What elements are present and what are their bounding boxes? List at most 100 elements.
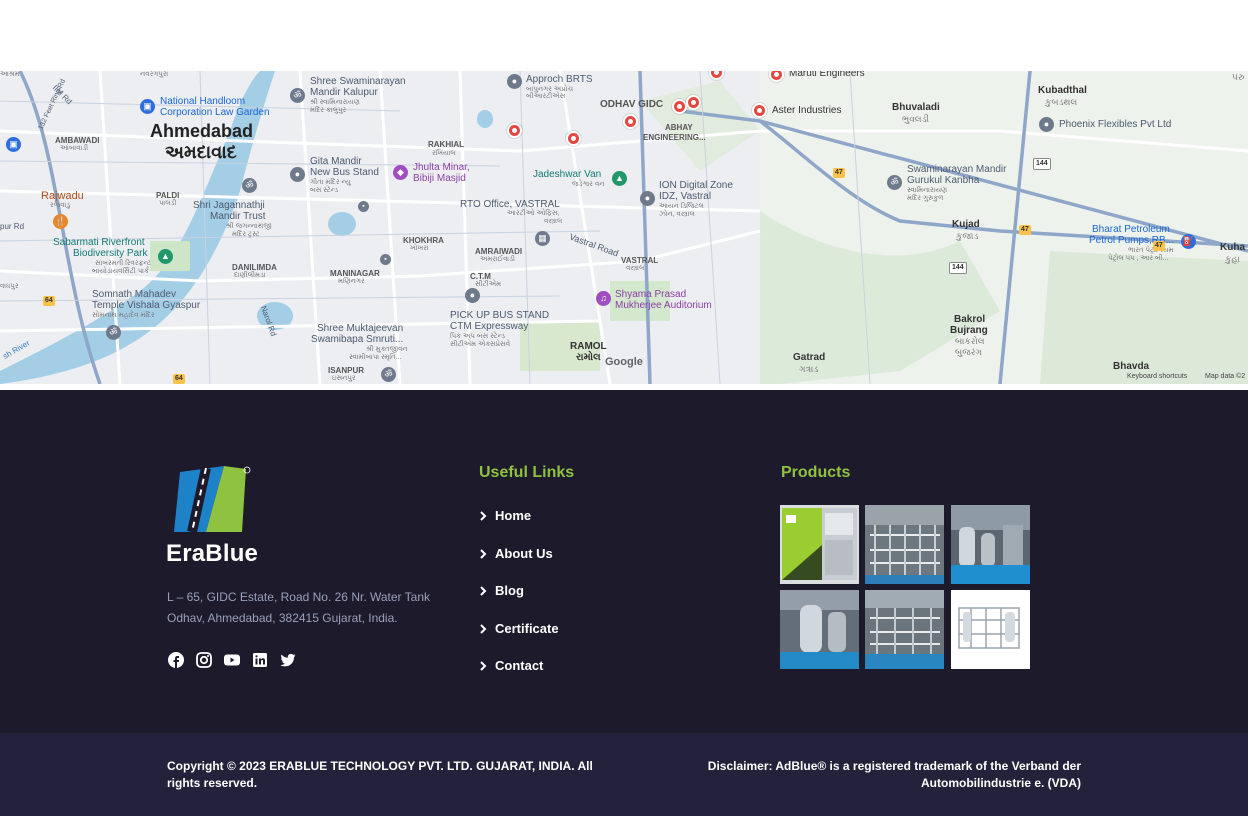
footer-link-about-us[interactable]: About Us <box>479 546 553 561</box>
map-label-somnath-gu: સોમનાથ મહાદેવ મંદિર <box>92 312 155 319</box>
highway-shield: 144 <box>1033 158 1051 170</box>
instagram-icon[interactable] <box>195 651 213 669</box>
temple-icon[interactable]: ॐ <box>242 178 257 193</box>
map-label-ambawadi-gu: આંબાવાડી <box>60 145 89 152</box>
map-label-phoenix[interactable]: Phoenix Flexibles Pvt Ltd <box>1059 119 1171 131</box>
map-label-muktajeevan[interactable]: Shree Muktajeevan <box>317 323 403 335</box>
map-label-sabarmati[interactable]: Sabarmati Riverfront <box>53 237 145 249</box>
map-label-somnath[interactable]: Somnath Mahadev <box>92 289 176 301</box>
footer-link-contact[interactable]: Contact <box>479 658 543 673</box>
map-label-rto-gu: આરટીઓ ઓફિસ, <box>507 210 560 217</box>
product-thumbnail-2[interactable] <box>865 505 944 584</box>
map-label-odhav-gidc: ODHAV GIDC <box>600 99 664 110</box>
products-heading: Products <box>781 464 851 481</box>
footer-link-certificate[interactable]: Certificate <box>479 621 559 636</box>
map-label-abhay: ABHAY <box>665 123 693 132</box>
map-label-law-garden[interactable]: Corporation Law Garden <box>160 107 270 119</box>
temple-icon[interactable]: ॐ <box>381 367 396 382</box>
temple-icon[interactable]: ॐ <box>887 175 902 190</box>
map-label-approach-gu2: બીઆરટીએસ <box>526 93 566 100</box>
pin-icon[interactable]: ● <box>1039 117 1054 132</box>
twitter-icon[interactable] <box>279 651 297 669</box>
monument-icon[interactable]: ◆ <box>393 165 408 180</box>
map-label-bharat-gu: ભારત પેટ્રોલિયમ <box>1128 247 1174 254</box>
product-thumbnail-3[interactable] <box>951 505 1030 584</box>
youtube-icon[interactable] <box>223 651 241 669</box>
map-label-rto-vastral[interactable]: RTO Office, VASTRAL <box>460 199 560 211</box>
link-label: About Us <box>495 546 553 561</box>
store-icon[interactable]: ▣ <box>140 99 155 114</box>
link-label: Contact <box>495 658 544 673</box>
map-label-aasram: આશ્રમ <box>0 71 20 78</box>
map-label-approach-brts[interactable]: Approch BRTS <box>526 74 593 86</box>
pin-icon[interactable]: ● <box>290 167 305 182</box>
map-label-paru: પરુ <box>1232 72 1245 82</box>
map-pin[interactable] <box>752 103 767 118</box>
map-label-bharat-petroleum[interactable]: Bharat Petroleum <box>1092 224 1170 236</box>
map-label-ctm-express[interactable]: CTM Expressway <box>450 321 528 333</box>
store-icon[interactable]: ▣ <box>6 137 21 152</box>
map-label-aster-industries[interactable]: Aster Industries <box>772 105 841 117</box>
restaurant-icon[interactable]: 🍴 <box>53 214 68 229</box>
map-label-gatrad: Gatrad <box>793 352 826 363</box>
map-label-abhay-2: ENGINEERING... <box>643 133 706 142</box>
map-label-vishala[interactable]: Temple Vishala Gyaspur <box>92 300 200 312</box>
map-label-ramol: RAMOL <box>570 341 607 352</box>
google-map[interactable]: Ahmedabad અમદાવાદ ▣ National Handloom Co… <box>0 71 1248 384</box>
footer: EraBlue L – 65, GIDC Estate, Road No. 26… <box>0 390 1248 733</box>
highway-shield: 64 <box>43 296 55 306</box>
map-label-gita-mandir[interactable]: Gita Mandir <box>310 156 362 168</box>
footer-link-home[interactable]: Home <box>479 508 531 523</box>
bus-icon[interactable]: ▪ <box>358 201 369 212</box>
park-icon[interactable]: ▲ <box>612 171 627 186</box>
map-pin[interactable] <box>686 95 701 110</box>
map-label-ion-digital[interactable]: ION Digital Zone <box>659 180 733 192</box>
map-label-jagannath-gu: શ્રી જગન્નાથજી <box>226 223 272 230</box>
park-icon[interactable]: ▲ <box>158 249 173 264</box>
product-thumbnail-6[interactable] <box>951 590 1030 669</box>
map-label-mandir-trust[interactable]: Mandir Trust <box>210 211 266 223</box>
footer-link-blog[interactable]: Blog <box>479 583 524 598</box>
temple-icon[interactable]: ॐ <box>290 88 305 103</box>
map-label-national-handloom[interactable]: National Handloom <box>160 96 245 108</box>
map-label-pickup-bus[interactable]: PICK UP BUS STAND <box>450 310 549 322</box>
theater-icon[interactable]: ♫ <box>596 291 611 306</box>
map-label-kujad: Kujad <box>952 219 980 230</box>
map-label-swamibapa[interactable]: Swamibapa Smruti... <box>311 334 403 346</box>
map-label-maruti-engineers[interactable]: Maruti Engineers <box>789 71 865 80</box>
map-pin[interactable] <box>623 114 638 129</box>
pin-icon[interactable]: ● <box>507 74 522 89</box>
highway-shield: 47 <box>833 168 845 178</box>
map-label-jhulta-minar[interactable]: Jhulta Minar, <box>413 162 470 174</box>
product-thumbnail-4[interactable] <box>780 590 859 669</box>
gas-station-icon[interactable]: ⛽ <box>1181 234 1196 249</box>
map-pin[interactable] <box>566 131 581 146</box>
map-label-biodiversity[interactable]: Biodiversity Park <box>73 248 147 260</box>
facebook-icon[interactable] <box>167 651 185 669</box>
logo-text[interactable]: EraBlue <box>166 540 258 568</box>
map-pin[interactable] <box>507 123 522 138</box>
map-label-jagannathji[interactable]: Shri Jagannathji <box>193 200 265 212</box>
pin-icon[interactable]: ● <box>465 288 480 303</box>
map-label-swaminarayan-mandir[interactable]: Swaminarayan Mandir <box>907 164 1007 176</box>
map-pin[interactable] <box>672 99 687 114</box>
map-label-shree-swaminarayan[interactable]: Shree Swaminarayan <box>310 76 406 88</box>
map-label-mandir-kalupur[interactable]: Mandir Kalupur <box>310 87 378 99</box>
linkedin-icon[interactable] <box>251 651 269 669</box>
keyboard-shortcuts-link[interactable]: Keyboard shortcuts <box>1127 373 1187 380</box>
pin-icon[interactable]: ● <box>640 191 655 206</box>
map-label-mukherjee-auditorium[interactable]: Mukherjee Auditorium <box>615 300 712 312</box>
map-data-attribution[interactable]: Map data ©2 <box>1205 373 1245 380</box>
map-label-idz-vastral[interactable]: IDZ, Vastral <box>659 191 711 203</box>
map-label-bibiji-masjid[interactable]: Bibiji Masjid <box>413 173 466 185</box>
building-icon[interactable]: ▦ <box>535 231 550 246</box>
product-thumbnail-1[interactable] <box>780 505 859 584</box>
map-label-rajwadu[interactable]: Rajwadu <box>41 190 84 203</box>
product-thumbnail-5[interactable] <box>865 590 944 669</box>
bus-icon[interactable]: ▪ <box>380 254 391 265</box>
map-label-jadeshwar-van[interactable]: Jadeshwar Van <box>533 169 601 181</box>
map-label-shyama-prasad[interactable]: Shyama Prasad <box>615 289 686 301</box>
map-label-gurukul-kanbha[interactable]: Gurukul Kanbha <box>907 175 979 187</box>
temple-icon[interactable]: ॐ <box>106 325 121 340</box>
map-label-new-bus-stand[interactable]: New Bus Stand <box>310 167 379 179</box>
